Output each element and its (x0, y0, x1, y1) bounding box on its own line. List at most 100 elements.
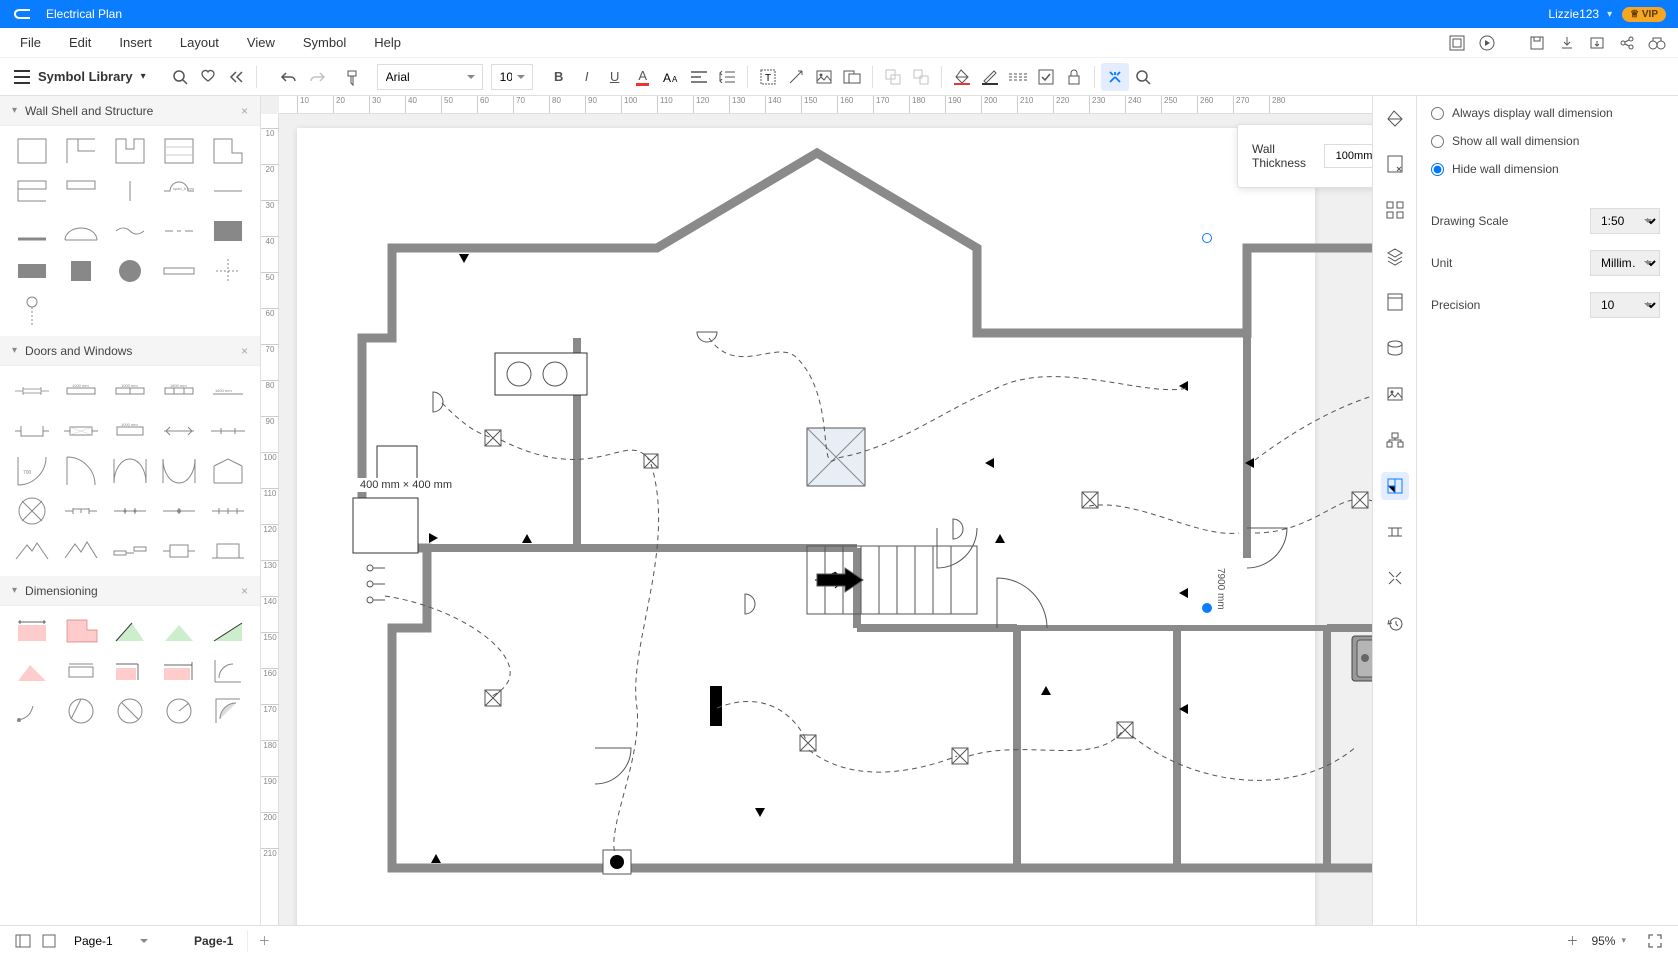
symbol-item[interactable] (10, 614, 53, 648)
symbol-item[interactable] (108, 534, 151, 568)
close-category-icon[interactable]: × (241, 104, 248, 118)
symbol-item[interactable] (108, 694, 151, 728)
fullscreen-icon[interactable] (1642, 928, 1668, 954)
page-selector[interactable]: Page-1 (66, 928, 156, 954)
favorite-icon[interactable] (194, 63, 222, 91)
line-spacing-icon[interactable] (713, 63, 741, 91)
drawing-page[interactable]: 400 mm × 400 mm 7900 mm Wall Thickness A… (297, 128, 1315, 925)
symbol-item[interactable] (158, 214, 201, 248)
library-chevron-icon[interactable]: ▾ (141, 71, 146, 82)
symbol-item[interactable] (59, 214, 102, 248)
symbol-item[interactable] (59, 614, 102, 648)
fill-tool-icon[interactable] (1381, 104, 1409, 132)
symbol-item[interactable] (59, 414, 102, 448)
search-icon[interactable] (166, 63, 194, 91)
insert-container-icon[interactable] (838, 63, 866, 91)
layers-icon[interactable] (1381, 242, 1409, 270)
close-category-icon[interactable]: × (241, 344, 248, 358)
menu-edit[interactable]: Edit (55, 35, 105, 50)
menu-help[interactable]: Help (360, 35, 415, 50)
symbol-item[interactable] (10, 254, 53, 288)
distribute-icon[interactable] (1381, 564, 1409, 592)
outline-view-icon[interactable] (10, 928, 36, 954)
data-icon[interactable] (1381, 334, 1409, 362)
format-painter-icon[interactable] (339, 63, 367, 91)
symbol-item[interactable]: 1000 mm (59, 374, 102, 408)
text-color-icon[interactable]: A (629, 63, 657, 91)
symbol-item[interactable] (108, 614, 151, 648)
binoculars-icon[interactable] (1642, 28, 1672, 58)
shapes-icon[interactable] (1381, 196, 1409, 224)
text-box-icon[interactable]: T (754, 63, 782, 91)
symbol-item[interactable] (59, 694, 102, 728)
undo-icon[interactable] (275, 63, 303, 91)
page-list-icon[interactable] (36, 928, 62, 954)
theme-icon[interactable] (1381, 288, 1409, 316)
text-size-icon[interactable]: AA (657, 63, 685, 91)
play-icon[interactable] (1472, 28, 1502, 58)
zoom-in-icon[interactable]: ＋ (1559, 928, 1585, 954)
line-style-icon[interactable] (1004, 63, 1032, 91)
symbol-item[interactable]: 1800 mm (158, 374, 201, 408)
insert-image-icon[interactable] (810, 63, 838, 91)
menu-view[interactable]: View (233, 35, 289, 50)
wall-thickness-input[interactable] (1324, 144, 1372, 168)
username[interactable]: Lizzie123 (1548, 7, 1599, 21)
symbol-item[interactable] (59, 494, 102, 528)
library-menu-icon[interactable] (12, 67, 32, 87)
symbol-item[interactable] (158, 454, 201, 488)
symbol-item[interactable]: 1800 mm (207, 374, 250, 408)
symbol-item[interactable] (158, 254, 201, 288)
close-category-icon[interactable]: × (241, 584, 248, 598)
symbol-item[interactable] (59, 454, 102, 488)
line-color-icon[interactable] (976, 63, 1004, 91)
wall-tool-icon[interactable] (1101, 63, 1129, 91)
history-icon[interactable] (1381, 610, 1409, 638)
selection-handle[interactable] (1202, 603, 1212, 613)
radio-always-display[interactable]: Always display wall dimension (1431, 106, 1664, 120)
symbol-item[interactable] (207, 614, 250, 648)
symbol-item[interactable] (10, 214, 53, 248)
add-page-button[interactable]: ＋ (248, 928, 280, 953)
symbol-item[interactable] (10, 134, 53, 168)
download-icon[interactable] (1552, 28, 1582, 58)
search-canvas-icon[interactable] (1129, 63, 1157, 91)
symbol-item[interactable] (207, 454, 250, 488)
selection-handle[interactable] (1202, 233, 1212, 243)
sitemap-icon[interactable] (1381, 426, 1409, 454)
collapse-panel-icon[interactable] (222, 63, 250, 91)
group-icon[interactable] (879, 63, 907, 91)
symbol-item[interactable] (108, 654, 151, 688)
symbol-item[interactable] (10, 294, 53, 328)
vip-badge[interactable]: ♕ VIP (1622, 7, 1666, 22)
symbol-item[interactable] (158, 654, 201, 688)
symbol-item[interactable]: 1000 mm (108, 374, 151, 408)
symbol-item[interactable] (10, 534, 53, 568)
unit-select[interactable]: Millim… (1590, 250, 1660, 276)
symbol-item[interactable] (10, 494, 53, 528)
insert-line-icon[interactable] (782, 63, 810, 91)
drawing-scale-select[interactable]: 1:50 (1590, 208, 1660, 234)
symbol-item[interactable] (108, 254, 151, 288)
symbol-item[interactable] (59, 174, 102, 208)
export-icon[interactable] (1582, 28, 1612, 58)
category-wall-shell[interactable]: ▾ Wall Shell and Structure × (0, 96, 260, 126)
symbol-item[interactable] (207, 534, 250, 568)
menu-insert[interactable]: Insert (105, 35, 166, 50)
align-icon[interactable] (685, 63, 713, 91)
symbol-item[interactable] (207, 694, 250, 728)
align-panel-icon[interactable] (1381, 518, 1409, 546)
symbol-item[interactable] (10, 654, 53, 688)
font-size-select[interactable]: 10 (491, 64, 533, 90)
symbol-item[interactable] (158, 534, 201, 568)
symbol-item[interactable] (108, 494, 151, 528)
symbol-item[interactable] (207, 654, 250, 688)
symbol-item[interactable] (207, 134, 250, 168)
symbol-item[interactable] (59, 654, 102, 688)
category-dimensioning[interactable]: ▾ Dimensioning × (0, 576, 260, 606)
radio-show-all[interactable]: Show all wall dimension (1431, 134, 1664, 148)
symbol-item[interactable] (158, 134, 201, 168)
symbol-item[interactable] (10, 694, 53, 728)
symbol-item[interactable] (108, 174, 151, 208)
underline-icon[interactable]: U (601, 63, 629, 91)
